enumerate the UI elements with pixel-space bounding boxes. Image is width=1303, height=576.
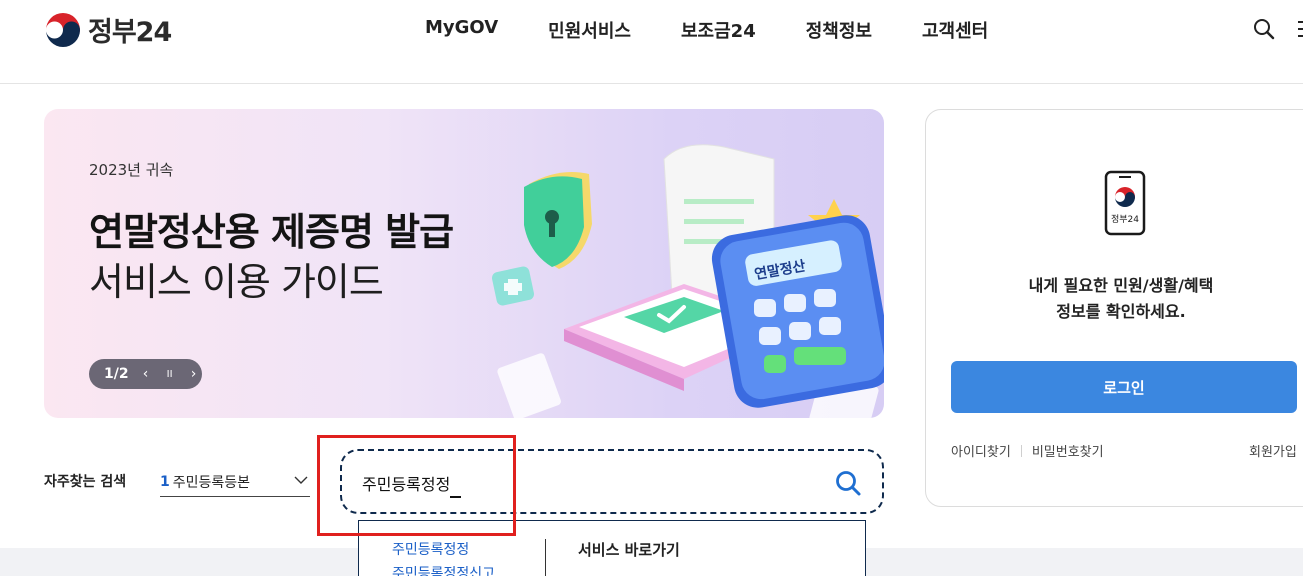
signup-link[interactable]: 회원가입 xyxy=(1249,441,1297,460)
login-message-line2: 정보를 확인하세요. xyxy=(1056,302,1186,321)
taegeuk-logo-icon xyxy=(46,12,80,47)
search-icon[interactable] xyxy=(1252,17,1276,41)
frequent-search-rank: 1 xyxy=(160,473,170,490)
next-slide-button[interactable]: › xyxy=(187,366,201,382)
banner-subtitle: 2023년 귀속 xyxy=(89,161,174,179)
search-submit-icon[interactable] xyxy=(834,469,862,497)
banner-title-secondary: 서비스 이용 가이드 xyxy=(89,260,384,304)
suggestion-item[interactable]: 주민등록정정 xyxy=(392,539,469,559)
menu-icon[interactable] xyxy=(1296,17,1303,41)
site-header: 정부24 MyGOV 민원서비스 보조금24 정책정보 고객센터 xyxy=(0,0,1303,84)
nav-subsidy24[interactable]: 보조금24 xyxy=(681,17,756,43)
banner-controls: 1/2 ‹ II › xyxy=(89,359,202,389)
frequent-search-value: 주민등록등본 xyxy=(172,474,251,491)
account-links: 아이디찾기 비밀번호찾기 xyxy=(951,441,1104,460)
nav-mygov[interactable]: MyGOV xyxy=(425,17,498,43)
pause-slide-button[interactable]: II xyxy=(163,369,177,380)
phone-icon-label: 정부24 xyxy=(1111,214,1139,225)
suggestion-divider xyxy=(545,539,546,576)
main-nav: MyGOV 민원서비스 보조금24 정책정보 고객센터 xyxy=(425,17,1038,43)
frequent-search-label: 자주찾는 검색 xyxy=(44,474,127,490)
highlight-box xyxy=(317,435,516,536)
chevron-down-icon xyxy=(294,476,308,484)
suggestion-item[interactable]: 주민등록정정신고 xyxy=(392,563,495,576)
login-card: 정부24 내게 필요한 민원/생활/혜택 정보를 확인하세요. 로그인 아이디찾… xyxy=(925,109,1303,507)
prev-slide-button[interactable]: ‹ xyxy=(139,366,153,382)
mobile-gov24-icon: 정부24 xyxy=(1104,170,1146,236)
login-message-line1: 내게 필요한 민원/생활/혜택 xyxy=(1028,276,1214,295)
nav-civil-services[interactable]: 민원서비스 xyxy=(548,17,631,43)
service-shortcut-heading: 서비스 바로가기 xyxy=(578,541,680,559)
frequent-search-dropdown[interactable]: 1 주민등록등본 xyxy=(160,467,310,497)
nav-customer-center[interactable]: 고객센터 xyxy=(922,17,988,43)
banner-title: 연말정산용 제증명 발급 xyxy=(89,210,454,254)
find-password-link[interactable]: 비밀번호찾기 xyxy=(1032,441,1104,460)
promo-banner[interactable]: 2023년 귀속 연말정산용 제증명 발급 서비스 이용 가이드 1/2 ‹ I… xyxy=(44,109,884,418)
tax-settlement-illustration: 연말정산 xyxy=(491,144,884,418)
login-button[interactable]: 로그인 xyxy=(951,361,1297,413)
logo[interactable]: 정부24 xyxy=(44,10,172,49)
find-id-link[interactable]: 아이디찾기 xyxy=(951,441,1011,460)
banner-page-indicator: 1/2 xyxy=(104,366,129,382)
logo-text: 정부24 xyxy=(88,17,172,48)
nav-policy-info[interactable]: 정책정보 xyxy=(806,17,872,43)
link-divider xyxy=(1020,444,1022,457)
